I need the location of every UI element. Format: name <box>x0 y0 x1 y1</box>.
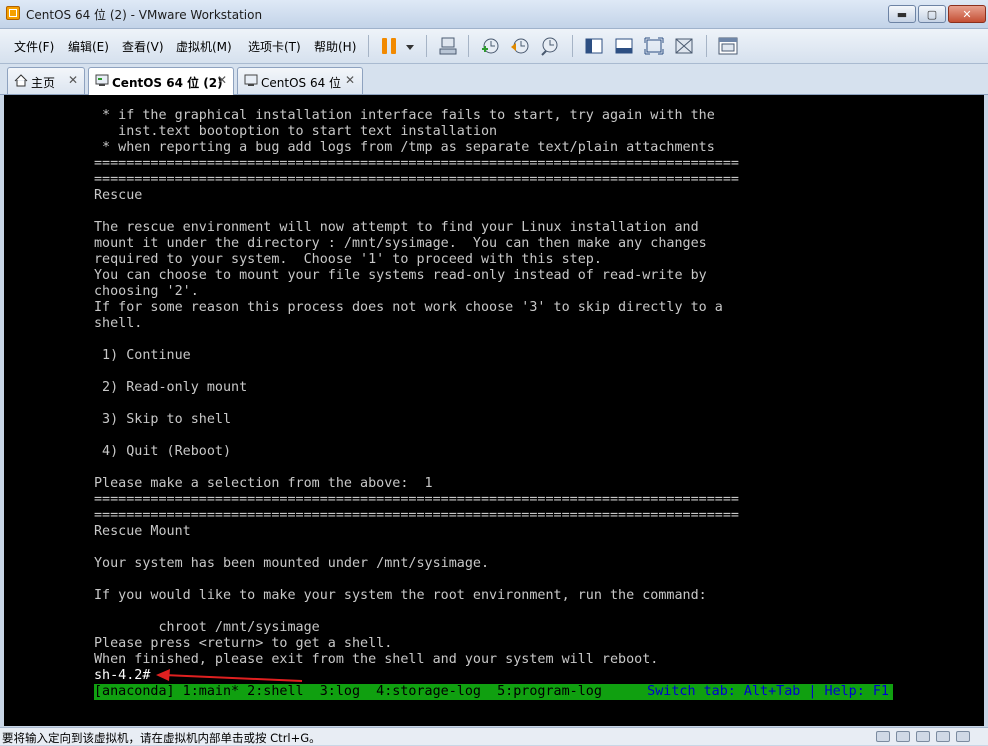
send-keys-icon <box>439 37 457 55</box>
menu-view[interactable]: 查看(V) <box>122 38 164 55</box>
tab-close-icon[interactable]: ✕ <box>217 73 227 87</box>
pause-icon <box>382 38 387 54</box>
menu-edit[interactable]: 编辑(E) <box>68 38 109 55</box>
show-library-icon <box>585 38 603 54</box>
toolbar-separator <box>426 35 427 57</box>
tab-bar: 主页 ✕ CentOS 64 位 (2) ✕ CentOS 64 位 ✕ <box>0 64 988 95</box>
home-icon <box>14 74 28 87</box>
toolbar-separator <box>368 35 369 57</box>
tab-label: 主页 <box>31 76 56 90</box>
console-view-button[interactable] <box>716 35 740 57</box>
menu-toolbar: 文件(F) 编辑(E) 查看(V) 虚拟机(M) 选项卡(T) 帮助(H) <box>0 29 988 64</box>
revert-snapshot-button[interactable] <box>508 35 532 57</box>
pause-icon-bar <box>391 38 396 54</box>
fullscreen-icon <box>644 37 664 55</box>
menu-file[interactable]: 文件(F) <box>14 38 54 55</box>
tab-label: CentOS 64 位 <box>261 76 342 90</box>
vm-icon <box>95 74 109 86</box>
thumbnail-button[interactable] <box>612 35 636 57</box>
usb-icon[interactable] <box>936 731 950 742</box>
console-view-icon <box>718 37 738 55</box>
snapshot-button[interactable] <box>478 35 502 57</box>
minimize-button[interactable]: ▬ <box>888 5 916 23</box>
tab-centos-2[interactable]: CentOS 64 位 (2) ✕ <box>88 67 234 95</box>
tab-close-icon[interactable]: ✕ <box>68 73 78 87</box>
hard-disk-icon[interactable] <box>876 731 890 742</box>
snapshot-manager-button[interactable] <box>538 35 562 57</box>
vm-console[interactable]: * if the graphical installation interfac… <box>4 95 984 726</box>
vmware-app-icon <box>6 6 20 20</box>
fullscreen-button[interactable] <box>642 35 666 57</box>
network-icon[interactable] <box>916 731 930 742</box>
title-bar: CentOS 64 位 (2) - VMware Workstation ▬ ▢… <box>0 0 988 29</box>
sound-icon[interactable] <box>956 731 970 742</box>
unity-icon <box>675 38 693 54</box>
menu-vm[interactable]: 虚拟机(M) <box>176 38 232 55</box>
annotation-arrow-icon <box>156 669 303 682</box>
window-title: CentOS 64 位 (2) - VMware Workstation <box>26 8 263 22</box>
pause-button[interactable] <box>378 35 418 57</box>
menu-help[interactable]: 帮助(H) <box>314 38 356 55</box>
maximize-button[interactable]: ▢ <box>918 5 946 23</box>
show-library-button[interactable] <box>582 35 606 57</box>
toolbar-separator <box>706 35 707 57</box>
cd-rom-icon[interactable] <box>896 731 910 742</box>
menu-tabs[interactable]: 选项卡(T) <box>248 38 301 55</box>
close-button[interactable]: ✕ <box>948 5 986 23</box>
unity-button[interactable] <box>672 35 696 57</box>
snapshot-icon <box>482 38 499 54</box>
tab-label: CentOS 64 位 (2) <box>112 76 223 90</box>
toolbar-separator <box>572 35 573 57</box>
tab-close-icon[interactable]: ✕ <box>345 73 355 87</box>
thumbnail-icon <box>615 38 633 54</box>
snapshot-manager-icon <box>541 37 558 56</box>
tab-centos[interactable]: CentOS 64 位 ✕ <box>237 67 363 94</box>
revert-snapshot-icon <box>511 38 529 54</box>
toolbar-separator <box>468 35 469 57</box>
vm-icon <box>244 74 258 86</box>
send-keys-button[interactable] <box>436 35 460 57</box>
status-bar: 要将输入定向到该虚拟机，请在虚拟机内部单击或按 Ctrl+G。 <box>0 727 988 745</box>
chevron-down-icon <box>406 45 414 50</box>
tab-home[interactable]: 主页 ✕ <box>7 67 85 94</box>
